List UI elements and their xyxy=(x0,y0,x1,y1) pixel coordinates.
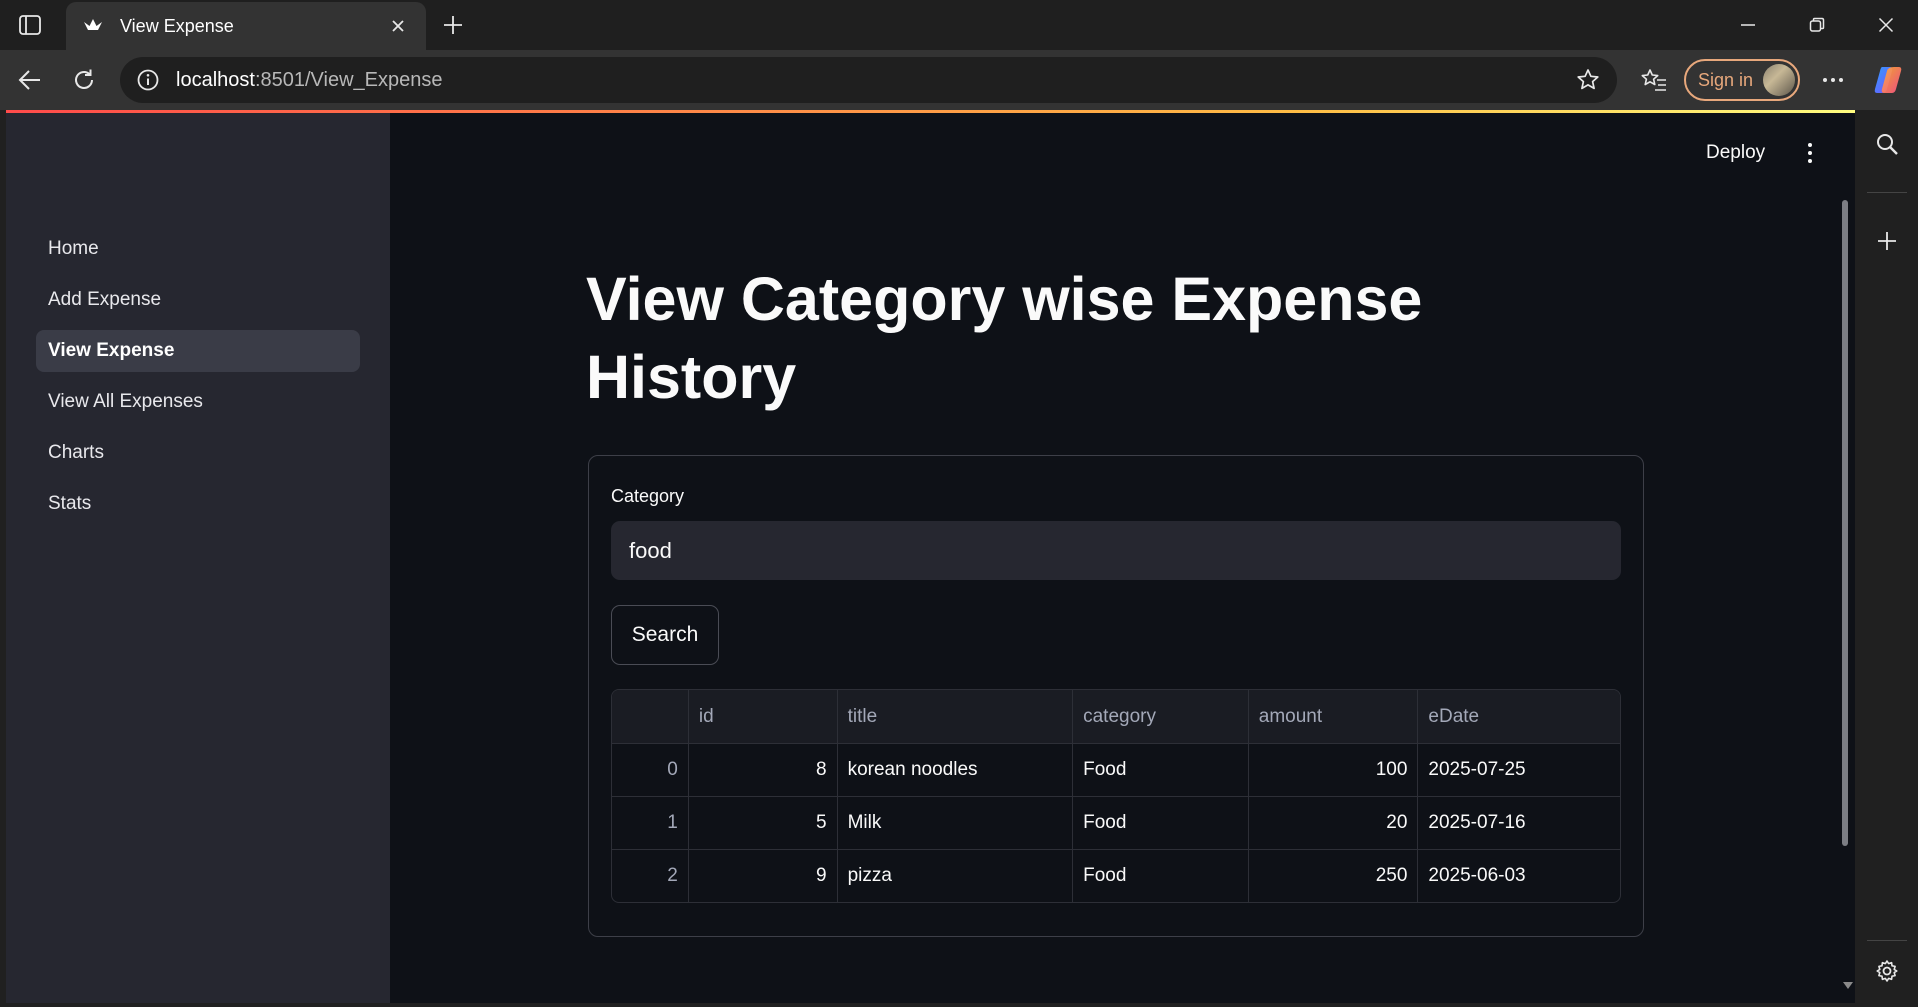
table-cell[interactable]: 8 xyxy=(687,744,837,796)
settings-gear-icon[interactable] xyxy=(1872,956,1902,986)
sidebar: Home Add Expense View Expense View All E… xyxy=(6,113,390,1003)
page-scrollbar[interactable] xyxy=(1839,200,1849,960)
close-window-icon[interactable] xyxy=(1866,8,1906,42)
sidebar-item-stats[interactable]: Stats xyxy=(36,483,360,525)
table-cell[interactable]: pizza xyxy=(836,850,1073,902)
url-path: :8501/View_Expense xyxy=(254,68,443,91)
sidebar-item-label: Stats xyxy=(48,493,92,514)
table-cell[interactable]: Milk xyxy=(836,797,1073,849)
table-cell-index: 1 xyxy=(667,812,678,833)
expense-table[interactable]: id title category amount eDate 0 8 korea… xyxy=(611,689,1621,903)
copilot-icon[interactable] xyxy=(1871,63,1905,97)
column-header xyxy=(612,690,688,743)
table-cell[interactable]: 9 xyxy=(687,850,837,902)
sidebar-item-view-expense[interactable]: View Expense xyxy=(36,330,360,372)
sidebar-item-label: Add Expense xyxy=(48,289,162,310)
sidebar-item-label: View All Expenses xyxy=(48,391,203,412)
close-tab-icon[interactable] xyxy=(386,14,410,38)
table-cell[interactable]: Food xyxy=(1072,744,1248,796)
deploy-button[interactable]: Deploy xyxy=(1706,142,1765,164)
favorites-icon[interactable] xyxy=(1637,63,1671,97)
table-cell[interactable]: 2025-07-16 xyxy=(1417,797,1620,849)
tab-title: View Expense xyxy=(120,15,234,36)
url-host: localhost xyxy=(176,68,255,91)
table-cell[interactable]: 100 xyxy=(1247,744,1418,796)
sidebar-item-view-all-expenses[interactable]: View All Expenses xyxy=(36,381,360,423)
divider xyxy=(1867,940,1907,941)
refresh-icon[interactable] xyxy=(67,63,101,97)
column-header[interactable]: eDate xyxy=(1417,690,1620,743)
column-header[interactable]: category xyxy=(1072,690,1248,743)
category-label: Category xyxy=(611,486,685,506)
main-menu-icon[interactable] xyxy=(1802,138,1818,168)
add-icon[interactable] xyxy=(1872,226,1902,256)
divider xyxy=(1867,192,1907,193)
table-cell[interactable]: 2025-07-25 xyxy=(1417,744,1620,796)
page-viewport: Home Add Expense View Expense View All E… xyxy=(6,110,1855,1003)
column-header[interactable]: title xyxy=(836,690,1073,743)
scrollbar-thumb[interactable] xyxy=(1842,200,1848,846)
search-icon[interactable] xyxy=(1872,129,1902,159)
search-form: Category food Search id title category a… xyxy=(588,455,1644,937)
restore-icon[interactable] xyxy=(1797,8,1837,42)
sidebar-nav: Home Add Expense View Expense View All E… xyxy=(36,228,360,534)
sidebar-item-label: Charts xyxy=(48,442,104,463)
browser-tab-bar: View Expense xyxy=(0,0,1918,50)
sidebar-item-label: View Expense xyxy=(48,340,175,361)
address-bar[interactable]: localhost:8501/View_Expense xyxy=(120,57,1617,103)
more-options-icon[interactable] xyxy=(1816,63,1850,97)
new-tab-icon[interactable] xyxy=(438,10,468,40)
sidebar-item-home[interactable]: Home xyxy=(36,228,360,270)
column-header[interactable]: id xyxy=(687,690,837,743)
table-cell-index: 2 xyxy=(667,865,678,886)
browser-tab-active[interactable]: View Expense xyxy=(66,2,426,50)
sign-in-label: Sign in xyxy=(1698,69,1754,90)
main-content: View Category wise Expense History Categ… xyxy=(586,260,1646,937)
streamlit-crown-icon xyxy=(82,15,104,37)
table-cell[interactable]: korean noodles xyxy=(836,744,1073,796)
browser-toolbar: localhost:8501/View_Expense Sign in xyxy=(0,50,1918,110)
sidebar-item-charts[interactable]: Charts xyxy=(36,432,360,474)
table-cell[interactable]: 2025-06-03 xyxy=(1417,850,1620,902)
back-icon[interactable] xyxy=(13,63,47,97)
table-row: 1 5 Milk Food 20 2025-07-16 xyxy=(612,796,1620,849)
table-row: 0 8 korean noodles Food 100 2025-07-25 xyxy=(612,743,1620,796)
sidebar-item-label: Home xyxy=(48,238,99,259)
table-row: 2 9 pizza Food 250 2025-06-03 xyxy=(612,849,1620,902)
table-header-row: id title category amount eDate xyxy=(612,690,1620,743)
browser-edge-sidebar xyxy=(1855,110,1918,1007)
column-header[interactable]: amount xyxy=(1247,690,1418,743)
minimize-icon[interactable] xyxy=(1728,8,1768,42)
tab-actions-icon[interactable] xyxy=(14,11,46,39)
favorite-star-icon[interactable] xyxy=(1575,67,1601,93)
table-cell-index: 0 xyxy=(667,759,678,780)
table-cell[interactable]: 20 xyxy=(1247,797,1418,849)
table-cell[interactable]: 5 xyxy=(687,797,837,849)
page-title: View Category wise Expense History xyxy=(586,265,1423,411)
table-cell[interactable]: 250 xyxy=(1247,850,1418,902)
table-cell[interactable]: Food xyxy=(1072,850,1248,902)
category-input[interactable]: food xyxy=(611,521,1621,580)
avatar xyxy=(1763,64,1795,96)
scroll-down-arrow-icon[interactable] xyxy=(1843,982,1853,989)
site-info-icon[interactable] xyxy=(136,68,160,92)
sidebar-item-add-expense[interactable]: Add Expense xyxy=(36,279,360,321)
table-cell[interactable]: Food xyxy=(1072,797,1248,849)
url-text[interactable]: localhost:8501/View_Expense xyxy=(176,69,1575,92)
search-button[interactable]: Search xyxy=(611,605,719,665)
sign-in-button[interactable]: Sign in xyxy=(1684,59,1800,101)
